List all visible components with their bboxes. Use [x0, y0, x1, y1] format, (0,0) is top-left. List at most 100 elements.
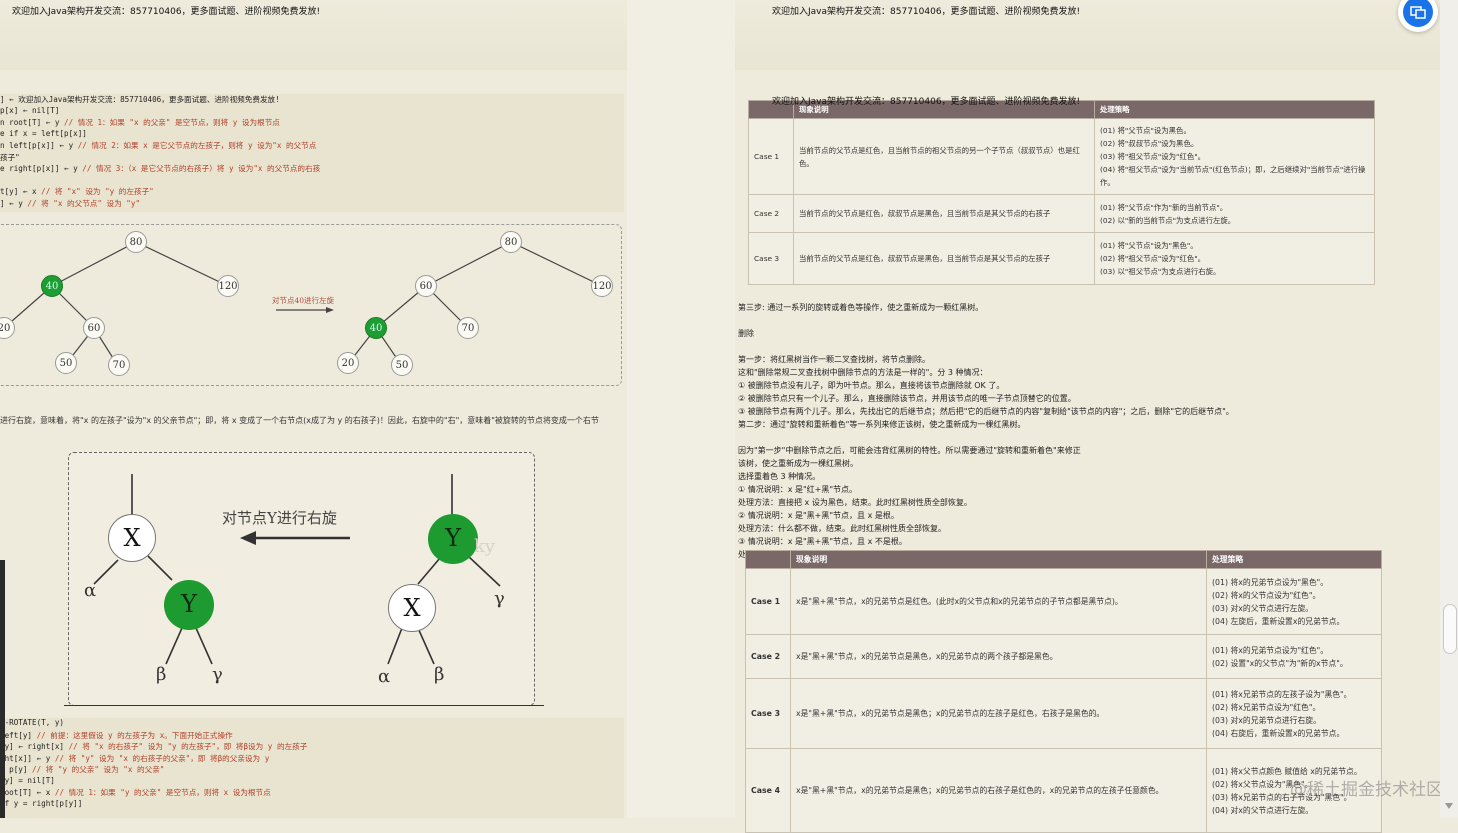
- banner-text: 欢迎加入Java架构开发交流：857710406，更多面试题、进阶视频免费发放!: [12, 7, 321, 17]
- step-line: (02) 将x兄弟节点设为"红色"。: [1212, 702, 1321, 712]
- code-line: t[y] ← x // 将 "x" 设为 "y 的左孩子": [0, 186, 154, 197]
- code-text: p[x] ← nil[T]: [0, 105, 60, 115]
- beta-after: β: [434, 664, 445, 685]
- code-text: ] ← y: [0, 198, 23, 208]
- table-row: Case 1 x是"黑+黑"节点，x的兄弟节点是红色。(此时x的父节点和x的兄弟节…: [745, 568, 1382, 635]
- text-line: ② 被删除节点只有一个儿子。那么，直接删除该节点，并用该节点的唯一子节点顶替它的…: [738, 394, 1076, 403]
- case-description: x是"黑+黑"节点，x的兄弟节点是红色。(此时x的父节点和x的兄弟节点的子节点都…: [790, 568, 1207, 635]
- code-line: [y] = nil[T]: [0, 776, 55, 785]
- tree-node-120: 120: [217, 275, 239, 297]
- rotate-title: 对节点Y进行右旋: [222, 509, 337, 527]
- text-line: ① 被删除节点没有儿子，即为叶节点。那么，直接将该节点删除就 OK 了。: [738, 381, 1005, 390]
- table2-header-desc: 现象说明: [790, 550, 1207, 569]
- alpha-before: α: [84, 580, 97, 601]
- translate-icon: [1403, 0, 1433, 27]
- gamma-before: γ: [212, 664, 223, 685]
- code-line: root[T] ← x // 情况 1：如果 "y 的父亲" 是空节点，则将 x…: [0, 787, 271, 798]
- code-line: left[y] // 前提：这里假设 y 的左孩子为 x。下面开始正式操作: [0, 730, 233, 741]
- code-line: if y = right[p[y]]: [0, 799, 82, 808]
- ghost-text: ky: [474, 536, 496, 557]
- step-line: (04) 将"祖父节点"设为"当前节点"(红色节点)；即，之后继续对"当前节点"…: [1100, 165, 1366, 187]
- rotation-label: 对节点40进行左旋: [272, 296, 335, 305]
- dark-edge: [0, 560, 5, 818]
- table-row: Case 2 当前节点的父节点是红色，叔叔节点是黑色，且当前节点是其父节点的右孩子…: [748, 194, 1375, 233]
- table2-header-case: [745, 550, 791, 569]
- right-rotate-edges: [93, 474, 501, 665]
- scrollbar-thumb[interactable]: [1443, 604, 1457, 654]
- code-text: if y = right[p[y]]: [0, 798, 83, 808]
- gamma-after: γ: [494, 588, 505, 609]
- step-line: (04) 右旋后，重新设置x的兄弟节点。: [1212, 728, 1345, 738]
- text-line: 第一步：将红黑树当作一颗二叉查找树，将节点删除。: [738, 355, 930, 364]
- code-text: n root[T] ← y: [0, 118, 60, 127]
- tree-node-60-after: 60: [415, 275, 437, 297]
- code-line: ght[x]] ← y // 将 "y" 设为 "x 的右孩子的父亲"，即 将β…: [0, 753, 269, 764]
- case-label: Case 4: [745, 748, 791, 833]
- node-x-after: X: [388, 584, 436, 632]
- case-description: 当前节点的父节点是红色，且当前节点的祖父节点的另一个子节点（叔叔节点）也是红色。: [793, 118, 1095, 195]
- text-line: 选择重着色 3 种情况。: [738, 472, 821, 481]
- beta-before: β: [156, 664, 167, 685]
- code-line: e if x = left[p[x]]: [0, 129, 87, 138]
- code-comment: // 将 "y 的父亲" 设为 "x 的父亲": [27, 765, 165, 774]
- alpha-after: α: [378, 666, 391, 687]
- step-line: (03) 对x的兄弟节点进行右旋。: [1212, 715, 1321, 725]
- code-line: n left[p[x]] ← y // 情况 2：如果 x 是它父节点的左孩子，…: [0, 140, 316, 151]
- case-description: x是"黑+黑"节点，x的兄弟节点是黑色；x的兄弟节点的右孩子是红色的，x的兄弟节…: [790, 748, 1207, 833]
- tree-node-120-after: 120: [591, 275, 613, 297]
- case-steps: (01) 将"父节点"设为黑色。 (02) 将"叔叔节点"设为黑色。 (03) 将"…: [1094, 118, 1375, 195]
- code-text: ght[x]] ← y: [0, 753, 51, 763]
- tree-node-70-after: 70: [457, 317, 479, 339]
- text-line: [738, 314, 1234, 327]
- code-line: [y] ← right[x] // 将 "x 的右孩子" 设为 "y 的左孩子"…: [0, 741, 307, 752]
- code-block-left-rotate: ] ← 欢迎加入Java架构开发交流：857710406，更多面试题、进阶视频免…: [0, 94, 624, 212]
- case-description: x是"黑+黑"节点，x的兄弟节点是黑色；x的兄弟节点的左孩子是红色，右孩子是黑色…: [790, 678, 1207, 749]
- node-y-before: Y: [164, 580, 214, 630]
- step-line: (04) 左旋后，重新设置x的兄弟节点。: [1212, 616, 1345, 626]
- tree-node-50: 50: [55, 352, 77, 374]
- text-line: 第三步: 通过一系列的旋转或着色等操作，使之重新成为一颗红黑树。: [738, 303, 984, 312]
- case-steps: (01) 将x的兄弟节点设为"红色"。 (02) 设置"x的父节点"为"新的x节点…: [1206, 634, 1382, 679]
- step-line: (02) 设置"x的父节点"为"新的x节点"。: [1212, 658, 1348, 668]
- code-comment: // 将 "y" 设为 "x 的右孩子的父亲"，即 将β的父亲设为 y: [50, 753, 270, 763]
- scroll-down-arrow-icon[interactable]: [1444, 802, 1454, 810]
- step-line: (01) 将x兄弟节点的左孩子设为"黑色"。: [1212, 689, 1352, 699]
- text-line: ③ 被删除节点有两个儿子。那么，先找出它的后继节点；然后把"它的后继节点的内容"…: [738, 407, 1234, 416]
- case-label: Case 2: [748, 194, 794, 233]
- case-description: 当前节点的父节点是红色，叔叔节点是黑色，且当前节点是其父节点的右孩子: [793, 194, 1095, 233]
- text-line: 这和"删除常规二叉查找树中删除节点的方法是一样的"。分 3 种情况：: [738, 368, 988, 377]
- code-comment: // 情况 1：如果 "x 的父亲" 是空节点，则将 y 设为根节点: [59, 118, 280, 127]
- delete-description: 第三步: 通过一系列的旋转或着色等操作，使之重新成为一颗红黑树。 删除第一步：将红…: [738, 301, 1234, 561]
- step-line: (01) 将"父节点"作为"新的当前节点"。: [1100, 202, 1228, 212]
- case-steps: (01) 将"父节点"作为"新的当前节点"。 (02) 以"新的当前节点"为支点进…: [1094, 194, 1375, 233]
- code-comment: // 情况 3：（x 是它父节点的右孩子）将 y 设为"x 的父节点的右孩: [77, 164, 321, 173]
- code-text: [y] ← right[x]: [0, 742, 65, 751]
- tree-node-70: 70: [108, 354, 130, 376]
- text-line: 删除: [738, 329, 754, 338]
- code-line: n root[T] ← y // 情况 1：如果 "x 的父亲" 是空节点，则将…: [0, 117, 280, 128]
- vertical-scrollbar[interactable]: [1440, 0, 1458, 818]
- code-line: ← p[y] // 将 "y 的父亲" 设为 "x 的父亲": [0, 764, 164, 775]
- text-line: ③ 情况说明：x 是"黑+黑"节点，且 x 不是根。: [738, 537, 907, 546]
- code-comment: // 情况 1：如果 "y 的父亲" 是空节点，则将 x 设为根节点: [50, 788, 271, 797]
- code-line: p[x] ← nil[T]: [0, 106, 59, 115]
- step-line: (01) 将"父节点"设为黑色。: [1100, 126, 1191, 135]
- text-line: [738, 340, 1234, 353]
- code-text: e if x = left[p[x]]: [0, 128, 87, 138]
- tree-node-80: 80: [125, 231, 147, 253]
- step-line: (02) 将"叔叔节点"设为黑色。: [1100, 139, 1199, 148]
- case-steps: (01) 将x的兄弟节点设为"黑色"。 (02) 将x的父节点设为"红色"。 (03…: [1206, 568, 1382, 635]
- rotation-caption: 进行右旋，意味着，将"x 的左孩子"设为"x 的父亲节点"；即，将 x 变成了一…: [0, 416, 599, 425]
- case-steps: (01) 将x兄弟节点的左孩子设为"黑色"。 (02) 将x兄弟节点设为"红色"。…: [1206, 678, 1382, 749]
- watermark: @稀土掘金技术社区: [1290, 780, 1443, 800]
- case-label: Case 2: [745, 634, 791, 679]
- text-line: 处理方法：什么都不做，结束。此时红黑树性质全部恢复。: [738, 524, 946, 533]
- table1-header-steps: 处理策略: [1094, 100, 1375, 119]
- delete-fix-table: 现象说明 处理策略 Case 1 x是"黑+黑"节点，x的兄弟节点是红色。(此时x…: [745, 550, 1382, 833]
- case-description: 当前节点的父节点是红色，叔叔节点是黑色，且当前节点是其父节点的左孩子: [793, 232, 1095, 285]
- code-text: n left[p[x]] ← y: [0, 141, 74, 150]
- code-comment: // 将 "x" 设为 "y 的左孩子": [36, 187, 154, 196]
- code-line: ] ← y // 将 "x 的父节点" 设为 "y": [0, 198, 140, 209]
- text-line: 处理方法：直接把 x 设为黑色，结束。此时红黑树性质全部恢复。: [738, 498, 972, 507]
- step-line: (03) 对x的父节点进行左旋。: [1212, 603, 1314, 613]
